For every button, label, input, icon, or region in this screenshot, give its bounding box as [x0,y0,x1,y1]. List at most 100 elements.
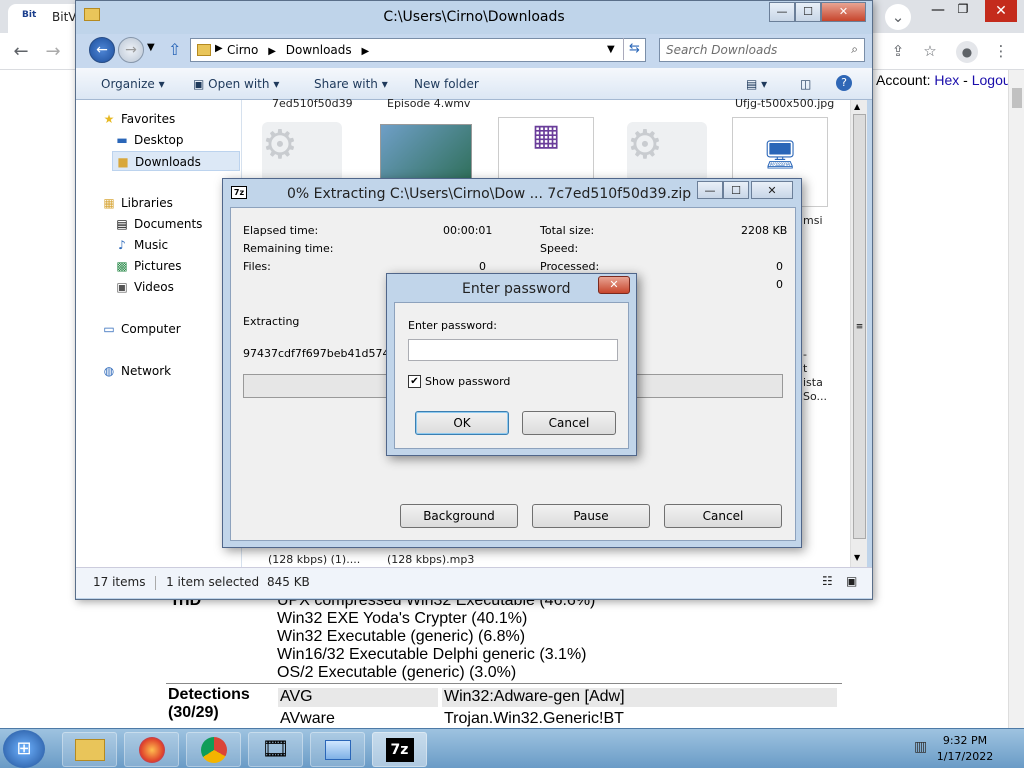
bookmark-star-icon[interactable]: ☆ [917,38,943,64]
selection-size: 845 KB [266,575,310,589]
scroll-thumb[interactable]: ≡ [853,114,866,539]
menu-kebab-icon[interactable]: ⋮ [988,38,1014,64]
breadcrumb-item[interactable]: Downloads [286,43,352,57]
search-input[interactable]: Search Downloads ⌕ [659,38,865,62]
selection-status: 1 item selected [166,575,260,589]
pause-button[interactable]: Pause [532,504,650,528]
organize-button[interactable]: Organize ▾ [101,77,165,91]
tray-network-icon[interactable]: ▥ [914,739,927,755]
chevron-down-icon[interactable]: ⌄ [885,4,911,30]
file-name[interactable]: ista [803,376,823,389]
share-with-button[interactable]: Share with ▾ [314,77,388,91]
total-size-label: Total size: [540,224,595,237]
close-button[interactable]: ✕ [821,2,866,22]
back-arrow-icon[interactable]: ← [89,37,115,63]
nav-music[interactable]: ♪ Music [114,235,168,255]
file-types-list: UPX compressed Win32 Executable (46.6%) … [277,592,595,682]
processed-value: 0 [776,260,783,273]
taskbar: ⊞ 🎞 7z ▥ [0,728,1024,768]
large-icons-view-icon[interactable]: ▣ [846,574,857,588]
detection-result: Trojan.Win32.Generic!BT [444,710,624,727]
taskbar-firefox[interactable] [124,732,179,767]
taskbar-chrome[interactable] [186,732,241,767]
network-icon: ◍ [103,364,115,378]
cancel-button[interactable]: Cancel [522,411,616,435]
preview-pane-icon[interactable]: ◫ [800,77,811,91]
background-button[interactable]: Background [400,504,518,528]
file-thumbnail[interactable]: ⚙ [262,122,342,182]
page-scrollbar[interactable] [1008,70,1024,730]
share-icon[interactable]: ⇪ [885,38,911,64]
minimize-button[interactable]: — [697,181,723,199]
taskbar-media[interactable]: 🎞 [248,732,303,767]
scroll-up-icon[interactable]: ▲ [854,102,860,111]
file-name[interactable]: - [803,348,807,361]
view-options-icon[interactable]: ▤ ▾ [746,77,767,91]
file-name[interactable]: Episode 4.wmv [387,97,470,110]
nav-computer[interactable]: ▭ Computer [101,319,180,339]
browser-restore-icon[interactable]: ❐ [951,2,975,16]
file-name[interactable]: Ufjg-t500x500.jpg [735,97,834,110]
winrar-icon: ▦ [531,118,561,153]
folder-icon [74,738,105,761]
password-input[interactable] [408,339,618,361]
video-thumbnail[interactable] [380,124,472,182]
forward-arrow-icon[interactable]: → [40,38,66,64]
open-with-button[interactable]: ▣ Open with ▾ [193,77,279,91]
close-button[interactable]: ✕ [598,276,630,294]
file-name[interactable]: (128 kbps) (1).... [268,553,360,566]
minimize-button[interactable]: — [769,2,795,22]
cancel-button[interactable]: Cancel [664,504,782,528]
close-button[interactable]: ✕ [751,181,793,199]
nav-label: Pictures [134,259,182,273]
nav-label: Documents [134,217,203,231]
nav-label: Videos [134,280,174,294]
details-view-icon[interactable]: ☷ [822,574,833,588]
taskbar-7zip[interactable]: 7z [372,732,427,767]
breadcrumb-item[interactable]: Cirno [227,43,258,57]
file-name[interactable]: t [803,362,807,375]
nav-videos[interactable]: ▣ Videos [114,277,174,297]
file-type-item: Win16/32 Executable Delphi generic (3.1%… [277,646,587,663]
nav-pictures[interactable]: ▩ Pictures [114,256,182,276]
taskbar-clock[interactable]: 9:32 PM 1/17/2022 [930,733,1000,765]
forward-arrow-icon[interactable]: → [118,37,144,63]
file-name[interactable]: So... [803,390,827,403]
recent-pages-dropdown-icon[interactable]: ▼ [147,42,155,53]
nav-documents[interactable]: ▤ Documents [114,214,202,234]
help-icon[interactable]: ? [836,75,852,91]
browser-close-icon[interactable]: ✕ [985,0,1017,22]
taskbar-explorer[interactable] [62,732,117,767]
start-button[interactable]: ⊞ [3,730,45,768]
address-path[interactable]: ▶ Cirno ▶ Downloads ▶ ▼ ⇆ [190,38,646,62]
scroll-down-icon[interactable]: ▼ [854,553,860,562]
computer-icon: ▭ [103,322,115,336]
nav-downloads[interactable]: ■ Downloads [112,151,240,171]
back-arrow-icon[interactable]: ← [8,38,34,64]
refresh-icon[interactable]: ⇆ [623,38,645,60]
profile-avatar-icon[interactable]: ● [956,41,978,63]
elapsed-label: Elapsed time: [243,224,319,237]
nav-desktop[interactable]: ▬ Desktop [114,130,183,150]
maximize-button[interactable]: ☐ [795,2,821,22]
file-name[interactable]: msi [803,214,823,227]
ok-button[interactable]: OK [415,411,509,435]
chevron-down-icon[interactable]: ▼ [607,44,615,55]
account-link[interactable]: Hex [934,72,959,88]
nav-label: Libraries [121,196,173,210]
nav-libraries[interactable]: ▦ Libraries [101,193,173,213]
browser-minimize-icon[interactable]: — [923,2,953,18]
file-name[interactable]: (128 kbps).mp3 [387,553,474,566]
folder-icon [197,44,211,56]
nav-favorites[interactable]: ★ Favorites [101,109,176,129]
file-thumbnail[interactable]: ⚙ [627,122,707,182]
new-folder-button[interactable]: New folder [414,77,479,91]
archive-thumbnail[interactable]: ▦ [498,117,594,183]
maximize-button[interactable]: ☐ [723,181,749,199]
file-list-scrollbar[interactable]: ▲ ≡ ▼ [850,100,867,567]
file-name[interactable]: 7ed510f50d39 [272,97,353,110]
taskbar-control-panel[interactable] [310,732,365,767]
show-password-checkbox[interactable]: ✔ [408,375,421,388]
nav-network[interactable]: ◍ Network [101,361,171,381]
up-arrow-icon[interactable]: ⇧ [168,40,181,59]
